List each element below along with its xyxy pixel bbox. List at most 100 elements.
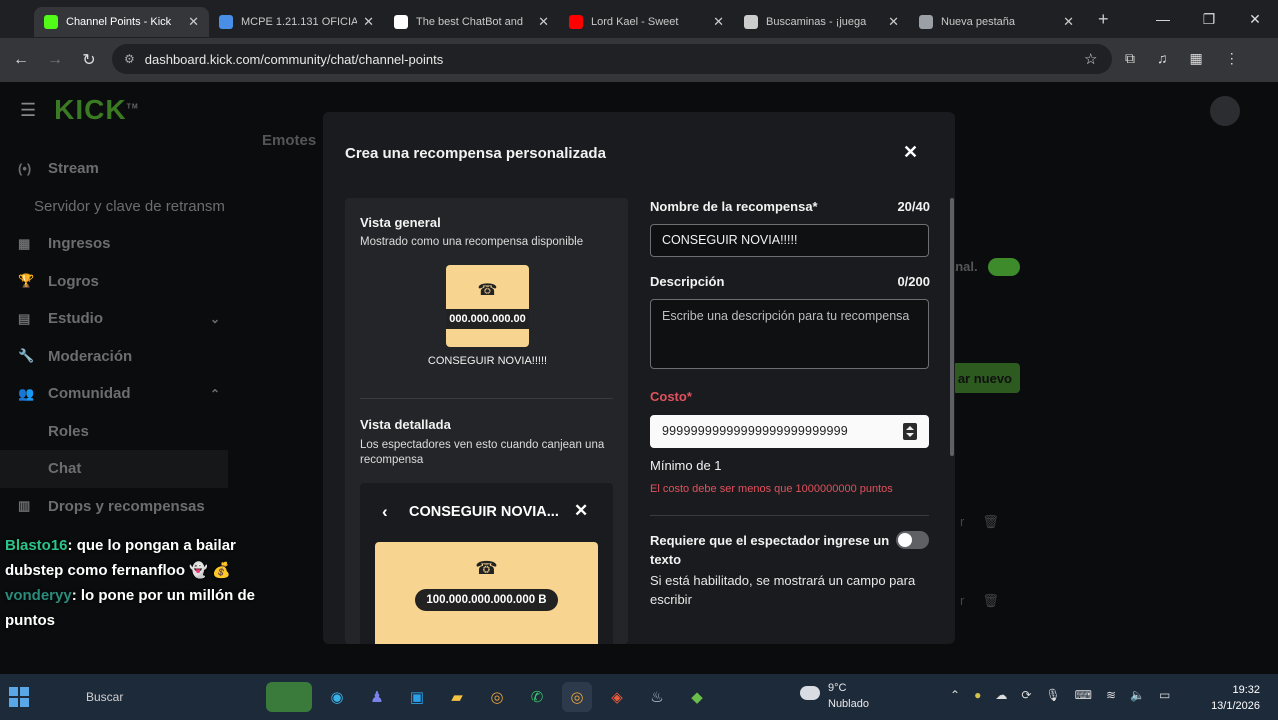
- user-avatar[interactable]: [1210, 96, 1240, 126]
- browser-tab[interactable]: MCPE 1.21.131 OFICIAL ✕: [209, 7, 384, 37]
- sidebar-item-label: Ingresos: [48, 235, 111, 253]
- taskbar-clock[interactable]: 19:32 13/1/2026: [1211, 682, 1260, 714]
- tray-cloud-icon[interactable]: ☁: [995, 688, 1007, 702]
- tab-close-icon[interactable]: ✕: [363, 14, 374, 30]
- browser-tab[interactable]: Buscaminas - ¡juega ✕: [734, 7, 909, 37]
- recorder-icon[interactable]: ◈: [602, 682, 632, 712]
- browser-tab[interactable]: Lord Kael - Sweet ✕: [559, 7, 734, 37]
- kick-logo[interactable]: KICKTM: [54, 94, 139, 126]
- microphone-icon[interactable]: 🎙: [1045, 688, 1060, 702]
- chevron-icon[interactable]: ⌄: [210, 312, 220, 326]
- browser-tab[interactable]: Nueva pestaña ✕: [909, 7, 1084, 37]
- require-text-toggle[interactable]: [896, 531, 929, 549]
- keyboard-icon[interactable]: ⌨: [1075, 688, 1092, 702]
- teams-icon[interactable]: ♟: [362, 682, 392, 712]
- close-window-icon[interactable]: ✕: [1232, 11, 1278, 28]
- tab-label: The best ChatBot and: [416, 16, 524, 28]
- reward-name-input[interactable]: CONSEGUIR NOVIA!!!!!: [650, 224, 929, 257]
- browser-tab[interactable]: The best ChatBot and ✕: [384, 7, 559, 37]
- sidebar-item-drops[interactable]: ▥ Drops y recompensas: [0, 488, 240, 526]
- system-tray: ⌃ ● ☁ ⟳ 🎙 ⌨ ≋ 🔈 ▭: [950, 688, 1170, 702]
- battery-icon[interactable]: ▭: [1159, 688, 1170, 702]
- weather-desc: Nublado: [828, 698, 869, 710]
- browser-tab[interactable]: Channel Points - Kick ✕: [34, 7, 209, 37]
- minimize-icon[interactable]: —: [1140, 11, 1186, 27]
- browser-toolbar: ← → ↻ ⚙ dashboard.kick.com/community/cha…: [0, 38, 1278, 82]
- forward-icon[interactable]: →: [38, 51, 72, 69]
- name-label: Nombre de la recompensa*: [650, 199, 818, 214]
- file-explorer-icon[interactable]: ▰: [442, 682, 472, 712]
- sidebar-item-ingresos[interactable]: ▦ Ingresos: [0, 225, 240, 263]
- volume-icon[interactable]: 🔈: [1130, 688, 1145, 702]
- bg-create-button[interactable]: ar nuevo: [952, 363, 1020, 393]
- bg-row-actions[interactable]: r 🗑: [960, 514, 1010, 530]
- store-icon[interactable]: ▣: [402, 682, 432, 712]
- chrome-icon[interactable]: ◎: [482, 682, 512, 712]
- weather-widget[interactable]: 9°C Nublado: [800, 680, 869, 712]
- tab-label: MCPE 1.21.131 OFICIAL: [241, 16, 358, 28]
- sidebar-item-label: Comunidad: [48, 385, 131, 403]
- tab-label: Buscaminas - ¡juega: [766, 16, 867, 28]
- windows-taskbar: Buscar ◉ ♟ ▣ ▰ ◎ ✆ ◎ ◈ ♨ ◆ 9°C Nublado ⌃…: [0, 674, 1278, 720]
- modal-scrollbar[interactable]: [950, 198, 954, 456]
- new-tab-button[interactable]: +: [1098, 9, 1109, 30]
- extension-icons: ⧉ ♫ ▦ ⋮: [1125, 50, 1239, 67]
- tray-app-icon[interactable]: ●: [974, 688, 981, 702]
- tab-close-icon[interactable]: ✕: [713, 14, 724, 30]
- sidebar-item-label: Stream: [48, 160, 99, 178]
- sidebar-item-estudio[interactable]: ▤ Estudio ⌄: [0, 300, 240, 338]
- form-divider: [650, 515, 929, 516]
- media-icon[interactable]: ♫: [1157, 50, 1168, 67]
- site-info-icon[interactable]: ⚙: [124, 52, 135, 66]
- wifi-icon[interactable]: ≋: [1106, 688, 1116, 702]
- taskbar-apps: ◉ ♟ ▣ ▰ ◎ ✆ ◎ ◈ ♨ ◆: [266, 682, 712, 712]
- description-textarea[interactable]: Escribe una descripción para tu recompen…: [650, 299, 929, 369]
- tab-close-icon[interactable]: ✕: [1063, 14, 1074, 30]
- profile-ext-icon[interactable]: ▦: [1190, 50, 1203, 67]
- close-icon: ✕: [574, 501, 589, 520]
- tray-sync-icon[interactable]: ⟳: [1021, 688, 1031, 702]
- chevron-icon[interactable]: ⌃: [210, 387, 220, 401]
- widgets-icon[interactable]: [266, 682, 312, 712]
- sidebar-item-roles[interactable]: Roles: [0, 413, 240, 451]
- bg-enable-toggle[interactable]: [988, 258, 1020, 276]
- bg-row-actions[interactable]: r 🗑: [960, 593, 1010, 609]
- address-bar[interactable]: ⚙ dashboard.kick.com/community/chat/chan…: [112, 44, 1112, 74]
- tab-close-icon[interactable]: ✕: [188, 14, 199, 30]
- whatsapp-icon[interactable]: ✆: [522, 682, 552, 712]
- tray-chevron-icon[interactable]: ⌃: [950, 688, 960, 702]
- steam-icon[interactable]: ♨: [642, 682, 672, 712]
- hamburger-menu-icon[interactable]: ☰: [20, 100, 36, 121]
- chat-message: Blasto16: que lo pongan a bailar dubstep…: [5, 533, 265, 583]
- sidebar-item-logros[interactable]: 🏆 Logros: [0, 263, 240, 301]
- taskbar-search[interactable]: Buscar: [86, 690, 123, 704]
- sidebar-item-servidor[interactable]: Servidor y clave de retransm: [0, 188, 240, 226]
- detail-card-title: CONSEGUIR NOVIA...: [409, 504, 559, 520]
- minecraft-icon[interactable]: ◆: [682, 682, 712, 712]
- bookmark-star-icon[interactable]: ☆: [1084, 50, 1097, 68]
- tab-close-icon[interactable]: ✕: [888, 14, 899, 30]
- menu-kebab-icon[interactable]: ⋮: [1225, 50, 1239, 67]
- favicon-icon: [219, 15, 233, 29]
- maximize-icon[interactable]: ❐: [1186, 11, 1232, 28]
- close-icon[interactable]: ✕: [903, 142, 918, 163]
- sidebar-item-chat[interactable]: Chat: [0, 450, 228, 488]
- chrome-active-icon[interactable]: ◎: [562, 682, 592, 712]
- cost-input[interactable]: 99999999999999999999999999: [650, 415, 929, 448]
- general-view-subtitle: Mostrado como una recompensa disponible: [360, 236, 584, 248]
- back-icon[interactable]: ←: [4, 51, 38, 69]
- cloud-icon: [800, 686, 820, 700]
- reward-preview-panel: Vista general Mostrado como una recompen…: [345, 198, 628, 644]
- cost-error-message: El costo debe ser menos que 1000000000 p…: [650, 483, 893, 495]
- tab-close-icon[interactable]: ✕: [538, 14, 549, 30]
- sidebar-item-comunidad[interactable]: 👥 Comunidad ⌃: [0, 375, 240, 413]
- stream-chat-overlay: Blasto16: que lo pongan a bailar dubstep…: [5, 533, 265, 633]
- sidebar-item-moderación[interactable]: 🔧 Moderación: [0, 338, 240, 376]
- edge-icon[interactable]: ◉: [322, 682, 352, 712]
- number-stepper[interactable]: [903, 423, 917, 440]
- reload-icon[interactable]: ↻: [72, 50, 106, 70]
- favicon-icon: [394, 15, 408, 29]
- extensions-icon[interactable]: ⧉: [1125, 50, 1135, 67]
- sidebar-item-stream[interactable]: (•) Stream: [0, 150, 240, 188]
- windows-start-icon[interactable]: [6, 684, 32, 710]
